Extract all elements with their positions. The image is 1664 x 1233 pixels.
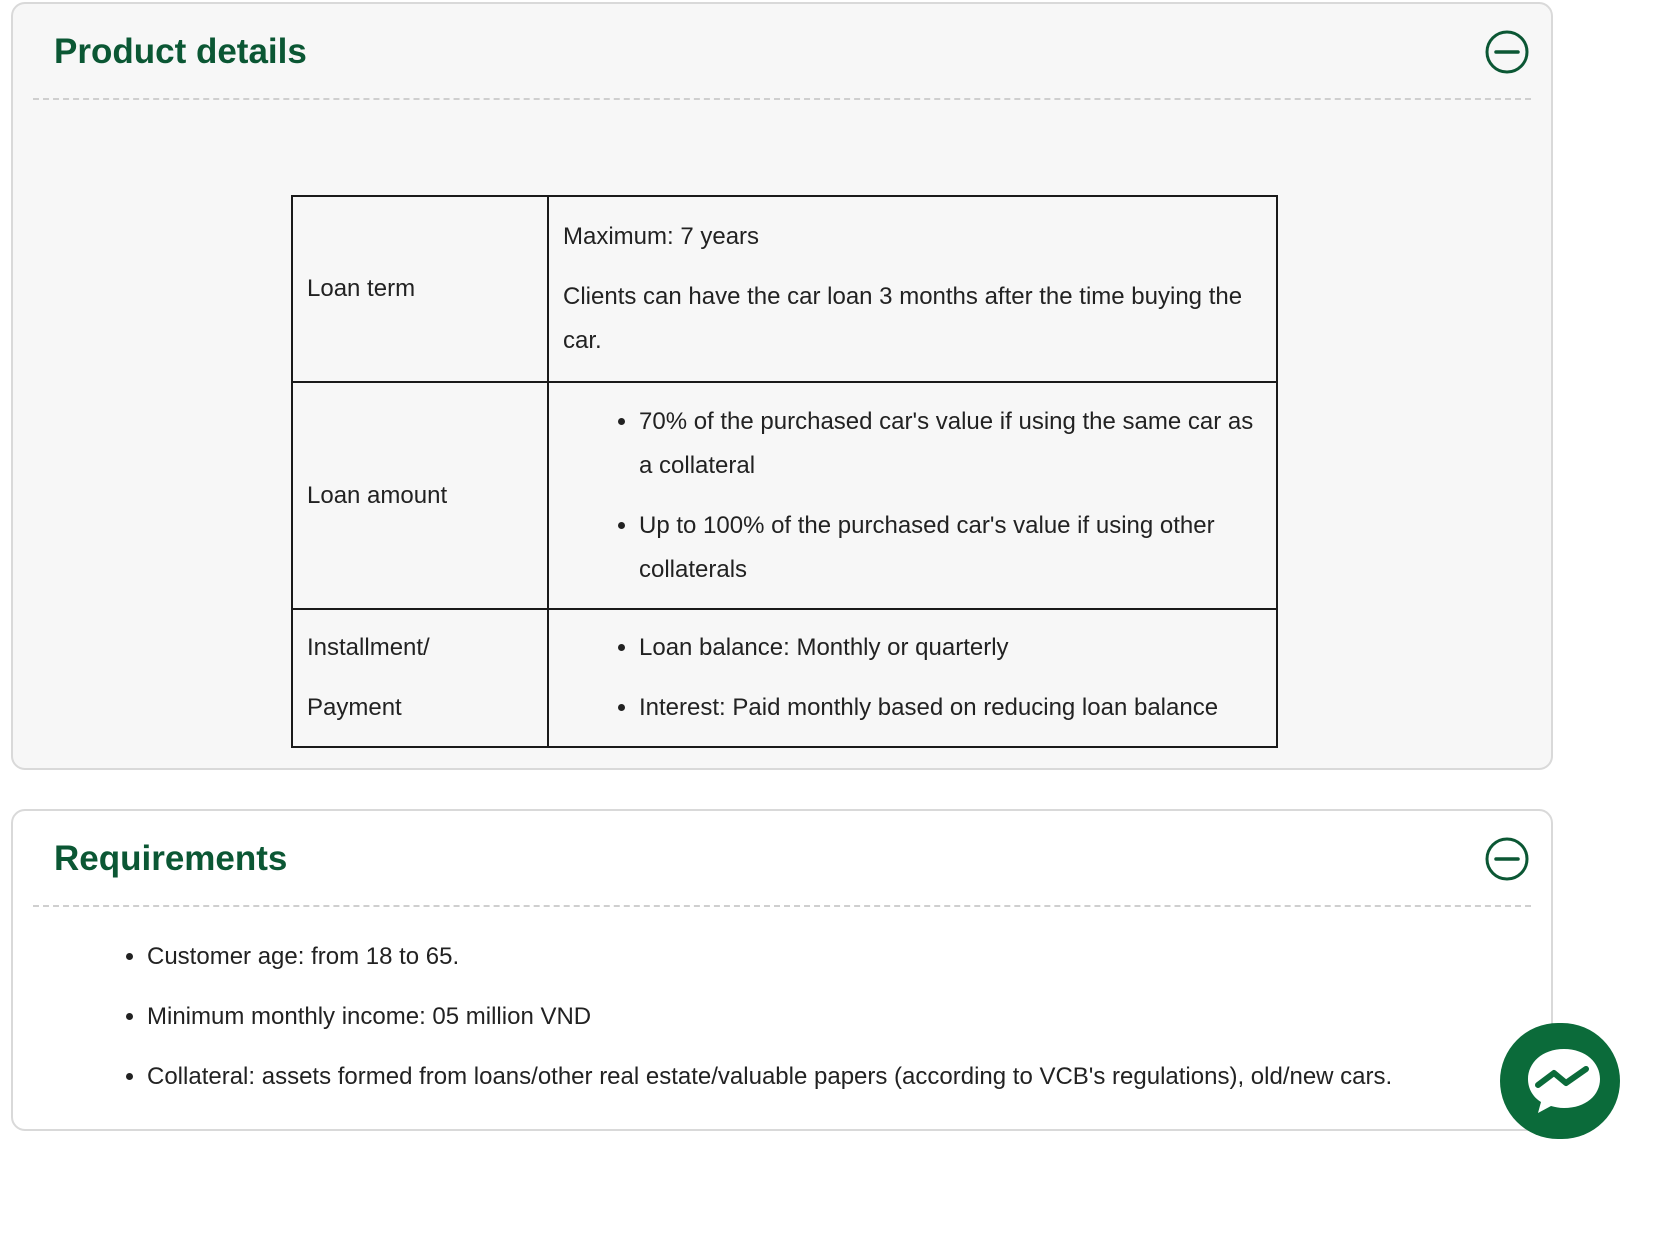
product-details-divider [33, 98, 1531, 100]
table-row-loan-amount: Loan amount 70% of the purchased car's v… [291, 381, 1278, 610]
product-details-panel: Product details Loan term Maximum: 7 yea… [11, 2, 1553, 770]
list-item: Interest: Paid monthly based on reducing… [639, 686, 1262, 730]
loan-term-maximum: Maximum: 7 years [563, 223, 760, 250]
installment-payment-label: Installment/ Payment [291, 608, 549, 748]
loan-amount-value: 70% of the purchased car's value if usin… [547, 381, 1278, 610]
requirements-header[interactable]: Requirements [13, 811, 1551, 907]
loan-term-label: Loan term [291, 195, 549, 383]
payment-label-line: Payment [307, 694, 402, 721]
list-item: Minimum monthly income: 05 million VND [147, 995, 1392, 1039]
requirements-panel: Requirements Customer age: from 18 to 65… [11, 809, 1553, 1131]
table-row-loan-term: Loan term Maximum: 7 years Clients can h… [291, 195, 1278, 383]
minus-circle-icon [1485, 837, 1529, 881]
loan-amount-label: Loan amount [291, 381, 549, 610]
requirements-collapse-button[interactable] [1485, 837, 1529, 881]
requirements-title: Requirements [54, 839, 288, 878]
product-details-header[interactable]: Product details [13, 4, 1551, 100]
requirements-list: Customer age: from 18 to 65. Minimum mon… [13, 935, 1392, 1099]
list-item: Customer age: from 18 to 65. [147, 935, 1392, 979]
list-item: 70% of the purchased car's value if usin… [639, 400, 1262, 488]
chat-bubble-icon [1528, 1049, 1600, 1113]
loan-term-value: Maximum: 7 years Clients can have the ca… [547, 195, 1278, 383]
list-item: Loan balance: Monthly or quarterly [639, 626, 1262, 670]
table-row-installment-payment: Installment/ Payment Loan balance: Month… [291, 608, 1278, 748]
product-details-table: Loan term Maximum: 7 years Clients can h… [291, 195, 1278, 748]
installment-payment-value: Loan balance: Monthly or quarterly Inter… [547, 608, 1278, 748]
chat-button[interactable] [1500, 1023, 1620, 1139]
loan-term-note: Clients can have the car loan 3 months a… [563, 283, 1243, 354]
list-item: Up to 100% of the purchased car's value … [639, 504, 1262, 592]
installment-payment-list: Loan balance: Monthly or quarterly Inter… [563, 626, 1262, 730]
installment-label-line: Installment/ [307, 634, 430, 661]
loan-amount-list: 70% of the purchased car's value if usin… [563, 400, 1262, 592]
list-item: Collateral: assets formed from loans/oth… [147, 1055, 1392, 1099]
product-details-collapse-button[interactable] [1485, 30, 1529, 74]
product-details-title: Product details [54, 32, 307, 71]
minus-circle-icon [1485, 30, 1529, 74]
requirements-divider [33, 905, 1531, 907]
